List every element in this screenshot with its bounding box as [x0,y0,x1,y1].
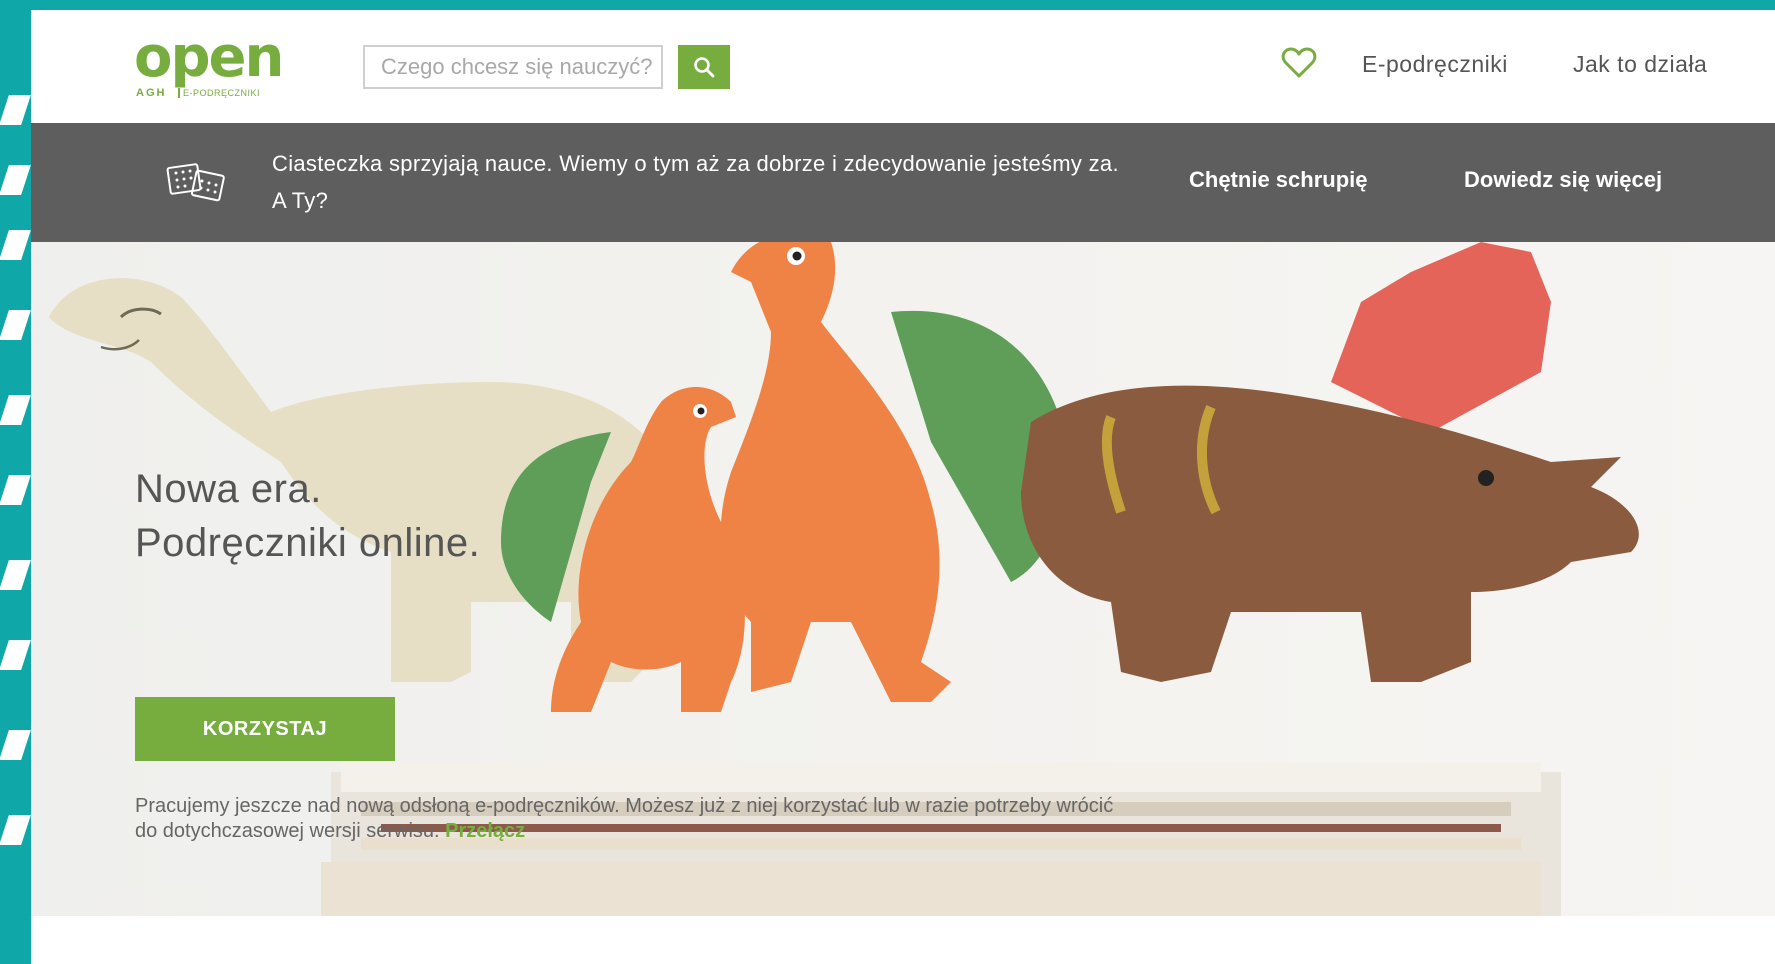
cookie-more-link[interactable]: Dowiedz się więcej [1464,167,1662,193]
frame-decoration [0,395,31,425]
hero-title-line2: Podręczniki online. [135,521,481,565]
frame-decoration [0,95,31,125]
cookie-accept-button[interactable]: Chętnie schrupię [1189,167,1367,193]
page-bottom [31,916,1775,964]
logo-agh: AGH [136,87,167,99]
nav-link-e-podreczniki[interactable]: E-podręczniki [1362,51,1508,78]
hero-title: Nowa era. Podręczniki online. [135,462,480,570]
hero-note-text: Pracujemy jeszcze nad nową odsłoną e-pod… [135,795,1114,842]
site-header: open AGH E-PODRĘCZNIKI E-podręczniki Jak… [31,10,1775,123]
search-button[interactable] [678,45,730,89]
cookie-banner: Ciasteczka sprzyjają nauce. Wiemy o tym … [31,123,1775,242]
frame-decoration [0,815,31,845]
frame-left-border [0,0,31,964]
search-box [363,45,677,89]
frame-decoration [0,640,31,670]
korzystaj-button[interactable]: KORZYSTAJ [135,697,395,761]
frame-decoration [0,230,31,260]
frame-decoration [0,730,31,760]
frame-decoration [0,310,31,340]
logo-subtitle: E-PODRĘCZNIKI [178,88,260,98]
search-icon [694,57,715,78]
search-input[interactable] [365,47,677,87]
hero-note: Pracujemy jeszcze nad nową odsłoną e-pod… [135,794,1115,844]
cookie-icon [166,163,225,202]
frame-decoration [0,165,31,195]
frame-decoration [0,560,31,590]
hero-banner: Nowa era. Podręczniki online. KORZYSTAJ … [31,242,1775,916]
heart-icon[interactable] [1281,46,1317,80]
nav-link-jak-to-dziala[interactable]: Jak to działa [1573,51,1707,78]
cookie-message: Ciasteczka sprzyjają nauce. Wiemy o tym … [272,151,1119,213]
switch-version-link[interactable]: Przełącz [445,820,525,842]
hero-title-line1: Nowa era. [135,467,322,511]
frame-top-border [0,0,1775,10]
frame-decoration [0,475,31,505]
logo-wordmark: open [134,25,284,90]
site-logo[interactable]: open AGH E-PODRĘCZNIKI [134,30,304,106]
